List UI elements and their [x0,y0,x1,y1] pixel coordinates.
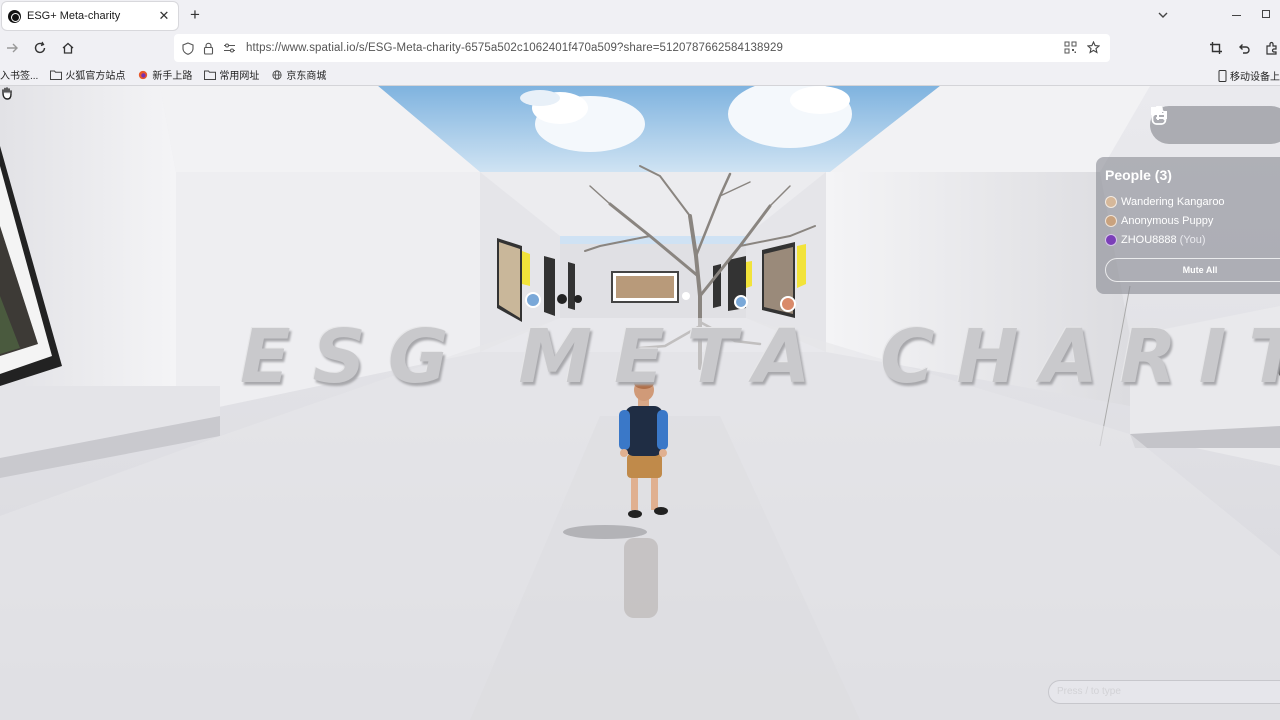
person-name: ZHOU8888 [1121,233,1177,246]
people-panel: People (3) Wandering Kangaroo Anonymous … [1096,157,1280,294]
bookmark-firefox-official[interactable]: 火狐官方站点 [50,67,125,82]
avatar [1105,214,1117,227]
screenshot-crop-icon[interactable] [1208,40,1224,56]
forward-arrow-icon[interactable] [4,40,20,56]
home-icon[interactable] [60,40,76,56]
spatial-3d-scene[interactable]: ESG META CHARITY People (3) Wandering Ka… [0,86,1280,720]
address-bar[interactable]: https://www.spatial.io/s/ESG-Meta-charit… [174,34,1110,62]
reload-icon[interactable] [32,40,48,56]
restore-window-button[interactable] [1262,10,1270,18]
lock-icon[interactable] [203,42,214,55]
person-name: Anonymous Puppy [1121,214,1214,227]
folder-icon [204,70,217,80]
bookmark-label: 入书签... [0,71,39,82]
avatar [1105,233,1117,246]
firefox-icon [139,70,148,79]
bookmark-common-sites[interactable]: 常用网址 [204,67,259,82]
chevron-down-icon[interactable] [1156,8,1170,22]
mute-all-button[interactable]: Mute All [1105,258,1280,282]
person-row[interactable]: ZHOU8888 (You) [1105,230,1280,249]
folder-icon [50,70,63,80]
add-content-button[interactable] [1152,108,1224,138]
mobile-device-icon [1218,69,1227,82]
extensions-icon[interactable] [1264,40,1280,56]
new-tab-button[interactable]: + [186,6,204,26]
you-label: (You) [1179,233,1206,246]
bookmark-label: 火狐官方站点 [65,71,126,82]
bookmark-label: 京东商城 [286,71,327,82]
grab-hand-cursor-icon [2,87,12,100]
mobile-bookmarks[interactable]: 移动设备上 [1218,68,1280,83]
tab-close-icon[interactable]: ✕ [156,8,172,24]
bookmarks-bar: 入书签... 火狐官方站点 新手上路 常用网址 京东商城 移动设备上 [0,64,1280,86]
tab-active[interactable]: ESG+ Meta-charity ✕ [2,2,178,30]
tab-bar: ESG+ Meta-charity ✕ + [0,0,1280,32]
bookmark-star-icon[interactable] [1087,41,1100,54]
avatar [1105,195,1117,208]
person-name: Wandering Kangaroo [1121,195,1225,208]
mobile-bookmarks-label: 移动设备上 [1230,72,1280,83]
chat-bubbles-icon [1151,107,1167,122]
globe-icon [272,69,282,80]
bookmark-getting-started[interactable]: 新手上路 [137,67,192,82]
url-text: https://www.spatial.io/s/ESG-Meta-charit… [246,42,783,54]
chat-input[interactable]: Press / to type [1048,680,1280,704]
esg-meta-charity-3d-title: ESG META CHARITY [240,314,1280,400]
minimize-window-button[interactable] [1232,15,1241,16]
bookmark-jd-mall[interactable]: 京东商城 [271,67,326,82]
person-row[interactable]: Anonymous Puppy [1105,211,1280,230]
undo-icon[interactable] [1236,40,1252,56]
nav-bar: https://www.spatial.io/s/ESG-Meta-charit… [0,32,1280,64]
spatial-favicon-icon [8,9,21,23]
tab-title: ESG+ Meta-charity [27,10,121,22]
chat-button[interactable] [1151,107,1264,138]
qr-code-icon[interactable] [1064,41,1077,54]
person-row[interactable]: Wandering Kangaroo [1105,192,1280,211]
tracking-shield-icon[interactable] [182,41,194,55]
bookmark-label: 常用网址 [219,71,260,82]
gallery-render [0,86,1280,720]
people-panel-title: People (3) [1105,167,1172,183]
space-toolbar [1150,106,1280,144]
bookmark-import[interactable]: 入书签... [0,67,38,82]
permissions-icon[interactable] [223,42,236,54]
bookmark-label: 新手上路 [152,71,193,82]
